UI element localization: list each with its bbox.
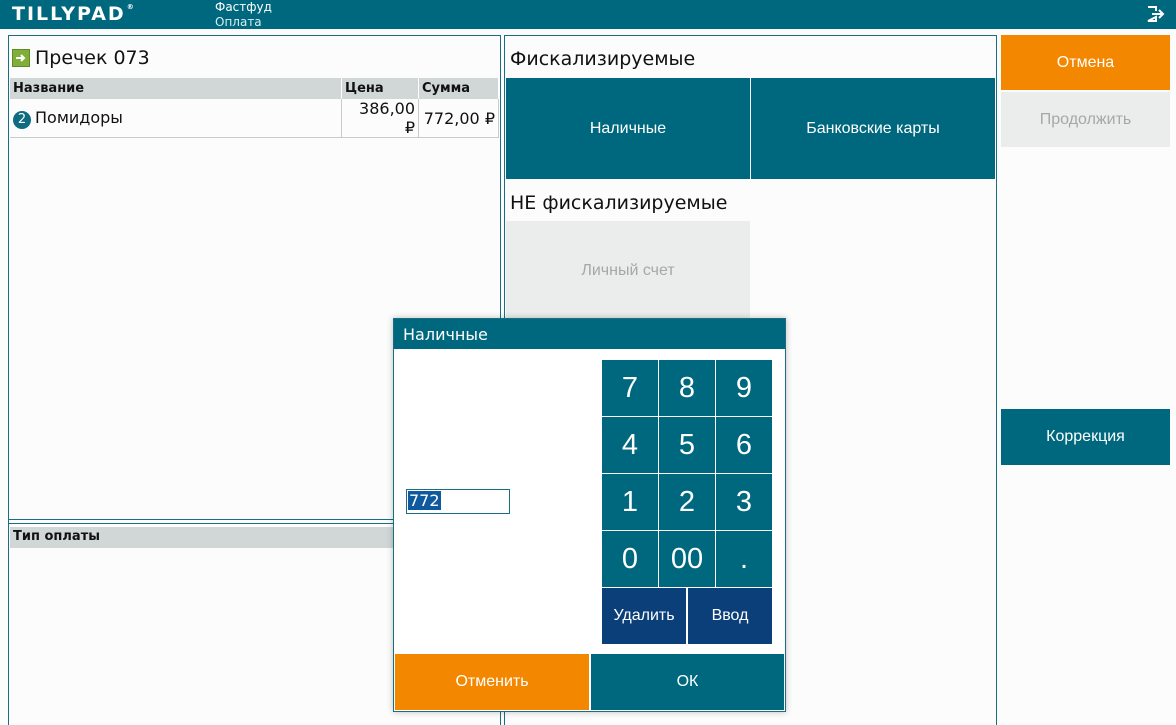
key-decimal[interactable]: . xyxy=(716,531,772,587)
dialog-cancel-button[interactable]: Отменить xyxy=(395,654,589,710)
logo-mark: ® xyxy=(126,3,134,11)
correction-button[interactable]: Коррекция xyxy=(1001,409,1170,465)
column-sum: Сумма xyxy=(418,78,499,99)
top-bar: TILLYPAD® Фастфуд Оплата xyxy=(0,0,1176,29)
key-6[interactable]: 6 xyxy=(716,417,772,473)
dialog-ok-button[interactable]: ОК xyxy=(591,654,784,710)
item-price: 386,00 ₽ xyxy=(341,99,420,138)
order-table: Название Цена Сумма 2 Помидоры 386,00 ₽ 7… xyxy=(10,78,499,138)
logo-text: TILLYPAD xyxy=(12,3,126,25)
enter-button[interactable]: Ввод xyxy=(688,588,772,644)
key-2[interactable]: 2 xyxy=(659,474,715,530)
left-panel-border xyxy=(8,35,9,725)
cancel-button[interactable]: Отмена xyxy=(1001,35,1170,90)
key-5[interactable]: 5 xyxy=(659,417,715,473)
cash-payment-button[interactable]: Наличные xyxy=(506,78,750,179)
app-logo: TILLYPAD® xyxy=(12,3,134,25)
exit-icon[interactable] xyxy=(1146,5,1166,23)
middle-panel-border-top xyxy=(504,35,997,36)
column-price: Цена xyxy=(341,78,420,99)
column-name: Название xyxy=(10,78,343,99)
item-sum: 772,00 ₽ xyxy=(418,99,499,138)
order-arrow-icon xyxy=(12,49,30,67)
order-title-text: Пречек 073 xyxy=(35,47,150,69)
left-panel-border-top xyxy=(8,35,501,36)
dialog-title: Наличные xyxy=(394,319,785,349)
order-table-header: Название Цена Сумма xyxy=(10,78,499,99)
amount-value: 772 xyxy=(408,491,441,510)
middle-panel-border-right xyxy=(996,35,997,725)
order-title: Пречек 073 xyxy=(12,46,150,70)
fiscal-section-title: Фискализируемые xyxy=(510,48,696,70)
key-3[interactable]: 3 xyxy=(716,474,772,530)
order-item-cell: 2 Помидоры xyxy=(10,99,343,138)
cash-dialog: Наличные 772 7 8 9 4 5 6 1 2 3 0 00 . Уд… xyxy=(393,318,786,712)
key-4[interactable]: 4 xyxy=(602,417,658,473)
bank-card-payment-button[interactable]: Банковские карты xyxy=(751,78,995,179)
breadcrumb-section: Фастфуд xyxy=(215,0,272,14)
key-0[interactable]: 0 xyxy=(602,531,658,587)
breadcrumb-page: Оплата xyxy=(215,15,262,29)
continue-button[interactable]: Продолжить xyxy=(1001,92,1170,147)
nonfiscal-section-title: НЕ фискализируемые xyxy=(510,192,728,214)
order-row[interactable]: 2 Помидоры 386,00 ₽ 772,00 ₽ xyxy=(10,99,499,138)
key-8[interactable]: 8 xyxy=(659,360,715,416)
quantity-badge: 2 xyxy=(13,110,31,129)
key-1[interactable]: 1 xyxy=(602,474,658,530)
personal-account-button[interactable]: Личный счет xyxy=(506,221,750,321)
key-00[interactable]: 00 xyxy=(659,531,715,587)
key-9[interactable]: 9 xyxy=(716,360,772,416)
item-name: Помидоры xyxy=(35,107,123,127)
delete-button[interactable]: Удалить xyxy=(602,588,686,644)
amount-input[interactable]: 772 xyxy=(406,489,510,514)
key-7[interactable]: 7 xyxy=(602,360,658,416)
